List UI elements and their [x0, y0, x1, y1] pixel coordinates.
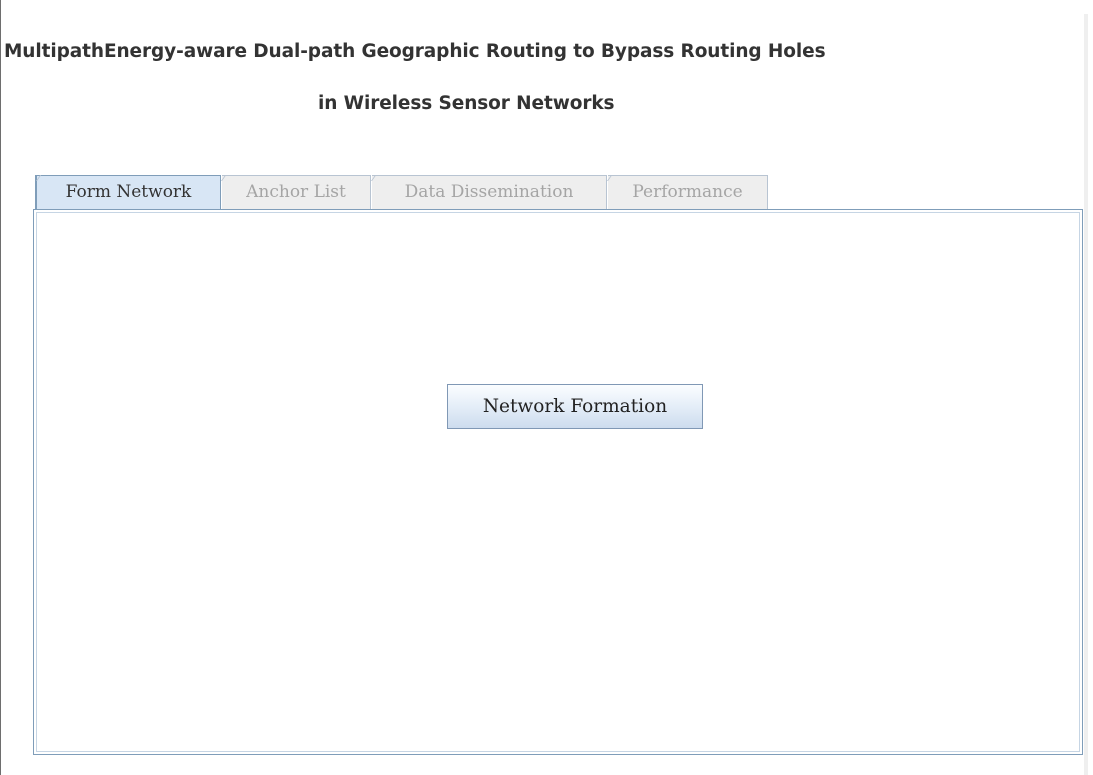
tab-data-dissemination[interactable]: Data Dissemination — [372, 175, 607, 209]
page-title-line-1: MultipathEnergy-aware Dual-path Geograph… — [4, 41, 826, 62]
network-formation-button[interactable]: Network Formation — [447, 384, 703, 429]
tab-performance[interactable]: Performance — [608, 175, 768, 209]
tab-content-inner-border — [36, 212, 1080, 752]
page-title-line-2: in Wireless Sensor Networks — [318, 93, 615, 114]
window-left-border — [0, 0, 1, 775]
application-window: MultipathEnergy-aware Dual-path Geograph… — [0, 0, 1093, 775]
tab-form-network[interactable]: Form Network — [35, 175, 221, 211]
tab-content-panel: Network Formation — [33, 209, 1083, 755]
window-right-edge — [1084, 14, 1088, 775]
tab-anchor-list[interactable]: Anchor List — [222, 175, 371, 209]
